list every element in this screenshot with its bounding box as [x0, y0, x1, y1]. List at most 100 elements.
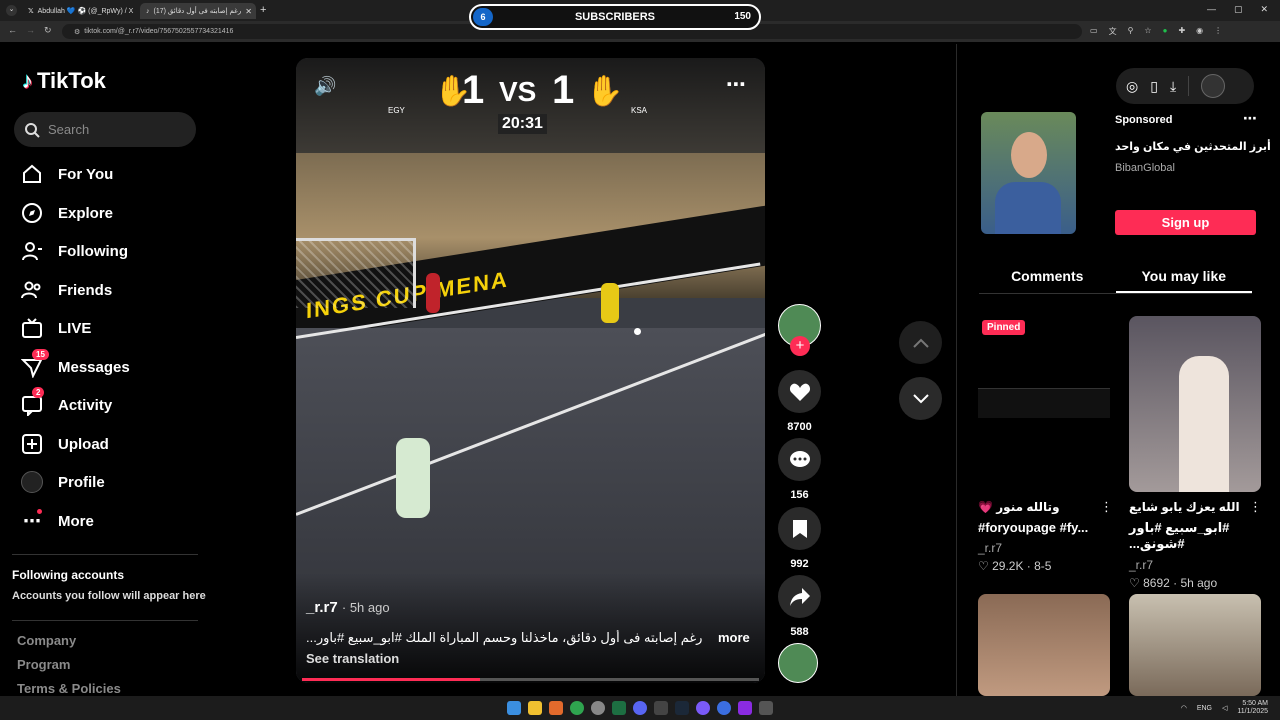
app-icon[interactable]: [549, 701, 563, 715]
following-icon: [20, 239, 44, 263]
nav-label: Messages: [58, 358, 130, 376]
chevron-down-icon: [912, 393, 929, 403]
puzzle-icon[interactable]: ✚: [1178, 26, 1185, 37]
like-action[interactable]: 8700: [778, 370, 821, 433]
previous-video-button[interactable]: [899, 321, 942, 364]
footer-terms[interactable]: Terms & Policies: [17, 681, 121, 696]
nav-explore[interactable]: Explore: [20, 201, 113, 225]
like-count: 8700: [787, 421, 812, 433]
chrome-icon[interactable]: [570, 701, 584, 715]
search-input[interactable]: Search: [14, 112, 196, 147]
volume-icon[interactable]: 🔊: [314, 76, 336, 97]
comment-icon[interactable]: [778, 438, 821, 481]
author-name[interactable]: _r.r7: [306, 599, 338, 616]
phone-icon[interactable]: ▯: [1150, 78, 1158, 95]
download-icon[interactable]: ⤓: [1170, 78, 1176, 95]
footer-company[interactable]: Company: [17, 633, 76, 648]
sound-disc[interactable]: [778, 643, 821, 683]
star-icon[interactable]: ☆: [1144, 26, 1151, 37]
chevron-up-icon: [912, 338, 929, 348]
discord-icon[interactable]: [633, 701, 647, 715]
comment-action[interactable]: 156: [778, 438, 821, 501]
app-icon[interactable]: [717, 701, 731, 715]
recommended-card[interactable]: Pinned وتالله منور 💗 #foryoupage #fy... …: [978, 316, 1110, 573]
app-icon[interactable]: [612, 701, 626, 715]
windows-start-icon[interactable]: [507, 701, 521, 715]
card-options-icon[interactable]: ⋮: [1100, 499, 1113, 515]
user-avatar[interactable]: [1201, 74, 1226, 98]
close-icon[interactable]: ✕: [245, 7, 252, 16]
follow-plus-icon[interactable]: +: [790, 336, 810, 356]
caption-more-button[interactable]: more: [718, 630, 750, 645]
tab-menu-icon[interactable]: ⌄: [6, 5, 17, 16]
ad-thumbnail[interactable]: [981, 112, 1076, 234]
nav-more[interactable]: ⋯ More: [20, 509, 94, 533]
tiktok-favicon-icon: ♪: [146, 7, 150, 15]
menu-icon[interactable]: ⋮: [1214, 26, 1222, 37]
compass-icon[interactable]: ◎: [1126, 78, 1138, 95]
card-author[interactable]: _r.r7: [1129, 558, 1261, 572]
recommended-card-thumbnail[interactable]: [1129, 594, 1261, 696]
close-window-icon[interactable]: ✕: [1260, 4, 1268, 15]
nav-upload[interactable]: Upload: [20, 432, 109, 456]
ad-brand[interactable]: BibanGlobal: [1115, 162, 1175, 174]
wifi-icon[interactable]: ◠: [1181, 704, 1187, 712]
bookmark-icon[interactable]: [778, 507, 821, 550]
clock[interactable]: 5:50 AM 11/1/2025: [1237, 700, 1268, 716]
creator-avatar[interactable]: +: [778, 304, 821, 356]
activity-icon: 2: [20, 387, 45, 417]
extension-icon[interactable]: ●: [1163, 26, 1168, 37]
tab-you-may-like[interactable]: You may like: [1115, 256, 1252, 293]
file-explorer-icon[interactable]: [528, 701, 542, 715]
nav-friends[interactable]: Friends: [20, 278, 112, 302]
app-icon[interactable]: [591, 701, 605, 715]
nav-following[interactable]: Following: [20, 239, 128, 263]
recommended-card-thumbnail[interactable]: [978, 594, 1110, 696]
profile-icon[interactable]: ◉: [1196, 26, 1203, 37]
footer-program[interactable]: Program: [17, 657, 70, 672]
app-icon[interactable]: [759, 701, 773, 715]
video-player[interactable]: INGS CUP MENA ✋ 1 VS 1 ✋ 20:31 EGY KSA 🔊…: [296, 58, 765, 683]
nav-profile[interactable]: Profile: [20, 470, 105, 494]
card-options-icon[interactable]: ⋮: [1249, 499, 1262, 515]
card-author[interactable]: _r.r7: [978, 541, 1110, 555]
share-action[interactable]: 588: [778, 575, 821, 638]
zoom-icon[interactable]: ⚲: [1128, 26, 1134, 37]
back-icon[interactable]: ←: [8, 25, 17, 35]
sign-up-button[interactable]: Sign up: [1115, 210, 1256, 235]
tiktok-logo[interactable]: ♪ TikTok: [22, 68, 106, 94]
maximize-icon[interactable]: ▢: [1234, 4, 1243, 15]
cast-icon[interactable]: ▭: [1090, 26, 1098, 37]
tab-twitter[interactable]: 𝕏 Abdullah 💙 ⚽ (@_RpWy) / X ✕: [22, 3, 138, 19]
save-action[interactable]: 992: [778, 507, 821, 570]
heart-icon[interactable]: [778, 370, 821, 413]
nav-messages[interactable]: 15 Messages: [20, 349, 130, 379]
app-icon[interactable]: [738, 701, 752, 715]
lang-indicator[interactable]: ENG: [1197, 705, 1212, 712]
translate-icon[interactable]: 文: [1109, 26, 1117, 37]
steam-icon[interactable]: [675, 701, 689, 715]
share-icon[interactable]: [778, 575, 821, 618]
more-options-icon[interactable]: ⋯: [726, 72, 746, 97]
app-icon[interactable]: [654, 701, 668, 715]
nav-activity[interactable]: 2 Activity: [20, 387, 112, 417]
reload-icon[interactable]: ↻: [44, 25, 52, 36]
see-translation-button[interactable]: See translation: [306, 651, 399, 666]
tab-comments[interactable]: Comments: [979, 256, 1116, 293]
close-icon[interactable]: ✕: [137, 7, 138, 16]
nav-live[interactable]: LIVE: [20, 316, 91, 340]
card-title: الله يعزك يابو شايع: [1129, 500, 1240, 514]
video-progress-bar[interactable]: [302, 678, 759, 681]
ad-options-icon[interactable]: ⋯: [1243, 110, 1257, 127]
new-tab-icon[interactable]: +: [260, 4, 266, 16]
nav-for-you[interactable]: For You: [20, 162, 113, 186]
minimize-icon[interactable]: —: [1207, 4, 1216, 15]
forward-icon[interactable]: →: [26, 25, 35, 35]
app-icon[interactable]: [696, 701, 710, 715]
next-video-button[interactable]: [899, 377, 942, 420]
more-dots-icon: ⋯: [23, 509, 42, 531]
recommended-card[interactable]: الله يعزك يابو شايع #ابو_سبيع #باور #شون…: [1129, 316, 1261, 590]
speaker-icon[interactable]: ◁: [1222, 704, 1227, 712]
tab-tiktok[interactable]: ♪ رغم إصابته فى أول دقائق (17) ✕: [140, 3, 256, 19]
site-info-icon[interactable]: ⚙: [74, 28, 80, 36]
